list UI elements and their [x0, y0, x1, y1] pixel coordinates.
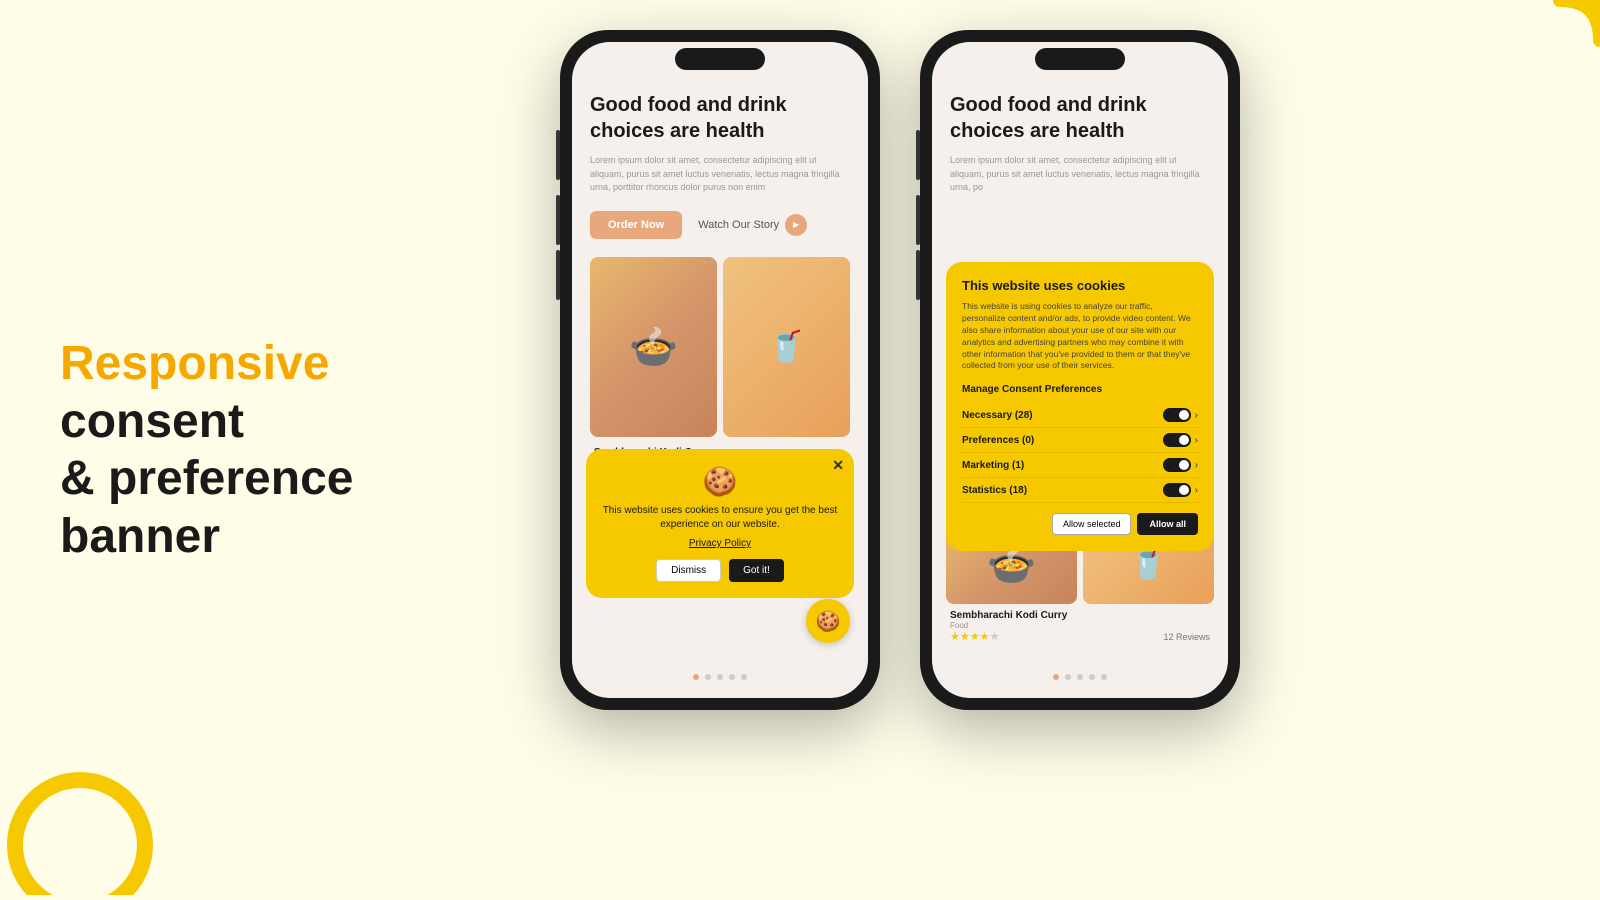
phone-2-dot-5 — [1101, 674, 1107, 680]
phone-2-dot-1 — [1053, 674, 1059, 680]
deco-bottom-left — [0, 695, 200, 900]
dismiss-button[interactable]: Dismiss — [656, 559, 721, 582]
pref-panel-description: This website is using cookies to analyze… — [962, 301, 1198, 372]
cookie-floating-icon: 🍪 — [806, 599, 850, 643]
dot-1 — [693, 674, 699, 680]
play-icon: ▶ — [785, 214, 807, 236]
pref-label-marketing: Marketing (1) — [962, 460, 1024, 471]
dot-5 — [741, 674, 747, 680]
phone-2-card-category: Food — [946, 621, 1214, 630]
phone-1-screen: Good food and drink choices are health L… — [572, 42, 868, 698]
drink-image — [723, 257, 850, 437]
phone-1-body: Lorem ipsum dolor sit amet, consectetur … — [590, 154, 850, 195]
phone-1-content: Good food and drink choices are health L… — [572, 42, 868, 498]
phone-2-rating-row: ★★★★★ 12 Reviews — [946, 630, 1214, 643]
cookie-banner: ✕ 🍪 This website uses cookies to ensure … — [586, 449, 854, 598]
order-now-button[interactable]: Order Now — [590, 211, 682, 239]
phone-2-dot-3 — [1077, 674, 1083, 680]
privacy-policy-link[interactable]: Privacy Policy — [602, 538, 838, 549]
soup-image — [590, 257, 717, 437]
pref-label-necessary: Necessary (28) — [962, 410, 1033, 421]
phone-1: Good food and drink choices are health L… — [560, 30, 880, 710]
hero-title-rest: consent& preference banner — [60, 394, 353, 562]
toggle-preferences[interactable] — [1163, 433, 1191, 447]
pref-toggle-preferences[interactable]: › — [1163, 433, 1198, 447]
allow-all-button[interactable]: Allow all — [1137, 513, 1198, 535]
cookie-close-icon[interactable]: ✕ — [832, 457, 844, 474]
pref-panel-title: This website uses cookies — [962, 278, 1198, 293]
phone-2-dot-2 — [1065, 674, 1071, 680]
pref-label-preferences: Preferences (0) — [962, 435, 1034, 446]
phone-2-review-count: 12 Reviews — [1163, 632, 1210, 642]
dot-3 — [717, 674, 723, 680]
phone-1-btn-row: Order Now Watch Our Story ▶ — [590, 211, 850, 239]
phone-2-content: Good food and drink choices are health L… — [932, 42, 1228, 229]
phone-1-pagination — [693, 674, 747, 680]
deco-top-right — [1480, 0, 1600, 120]
phone-2-screen: Good food and drink choices are health L… — [932, 42, 1228, 698]
dot-4 — [729, 674, 735, 680]
watch-story-button[interactable]: Watch Our Story ▶ — [698, 214, 807, 236]
cookie-banner-text: This website uses cookies to ensure you … — [602, 504, 838, 532]
chevron-marketing: › — [1195, 460, 1198, 471]
toggle-necessary[interactable] — [1163, 408, 1191, 422]
pref-toggle-marketing[interactable]: › — [1163, 458, 1198, 472]
phone-2-card-name: Sembharachi Kodi Curry — [946, 610, 1214, 621]
pref-label-statistics: Statistics (18) — [962, 485, 1027, 496]
hero-text: Responsive consent& preference banner — [60, 335, 520, 565]
cookie-button-row: Dismiss Got it! — [602, 559, 838, 582]
phone-2-pagination — [1053, 674, 1107, 680]
toggle-statistics[interactable] — [1163, 483, 1191, 497]
phone-1-image-grid — [590, 257, 850, 437]
preferences-panel: This website uses cookies This website i… — [946, 262, 1214, 551]
pref-row-statistics: Statistics (18) › — [962, 478, 1198, 503]
pref-toggle-necessary[interactable]: › — [1163, 408, 1198, 422]
phone-1-title: Good food and drink choices are health — [590, 92, 850, 144]
pref-row-necessary: Necessary (28) › — [962, 403, 1198, 428]
cookie-icon: 🍪 — [602, 465, 838, 498]
allow-selected-button[interactable]: Allow selected — [1052, 513, 1132, 535]
phone-2: Good food and drink choices are health L… — [920, 30, 1240, 710]
pref-toggle-statistics[interactable]: › — [1163, 483, 1198, 497]
pref-action-row: Allow selected Allow all — [962, 513, 1198, 535]
hero-highlight: Responsive — [60, 337, 329, 390]
gotit-button[interactable]: Got it! — [729, 559, 784, 582]
toggle-marketing[interactable] — [1163, 458, 1191, 472]
pref-row-marketing: Marketing (1) › — [962, 453, 1198, 478]
phone-2-body: Lorem ipsum dolor sit amet, consectetur … — [950, 154, 1210, 195]
chevron-preferences: › — [1195, 435, 1198, 446]
chevron-statistics: › — [1195, 485, 1198, 496]
phone-2-star-rating: ★★★★★ — [950, 630, 999, 643]
manage-consent-label: Manage Consent Preferences — [962, 384, 1198, 395]
phone-2-title: Good food and drink choices are health — [950, 92, 1210, 144]
dot-2 — [705, 674, 711, 680]
phones-container: Good food and drink choices are health L… — [560, 30, 1240, 710]
phone-2-dot-4 — [1089, 674, 1095, 680]
chevron-necessary: › — [1195, 410, 1198, 421]
pref-row-preferences: Preferences (0) › — [962, 428, 1198, 453]
